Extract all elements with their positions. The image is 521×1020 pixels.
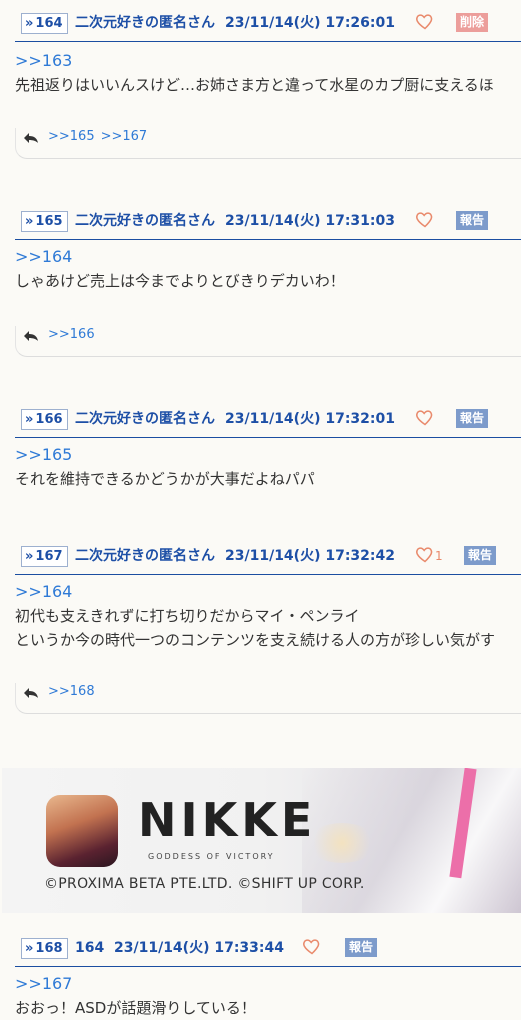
heart-icon[interactable]	[415, 544, 435, 564]
like-count: 1	[435, 549, 443, 563]
body-anchor-link[interactable]: >>167	[15, 972, 521, 996]
double-chevron-icon: »	[25, 549, 34, 564]
post-date: 23/11/14(火) 17:31:03	[225, 213, 395, 229]
heart-icon[interactable]	[415, 11, 435, 31]
post-header: » 167 二次元好きの匿名さん 23/11/14(火) 17:32:42 1 報…	[15, 546, 521, 575]
reply-bar: >>166	[15, 326, 521, 357]
body-line: 先祖返りはいいんスけど…お姉さま方と違って水星のカプ厨に支えるほ	[15, 76, 494, 94]
report-badge[interactable]: 報告	[456, 409, 489, 428]
body-line: しゃあけど売上は今までよりとびきりデカいわ！	[15, 272, 345, 290]
post-date: 23/11/14(火) 17:32:01	[225, 411, 395, 427]
heart-icon[interactable]	[302, 936, 322, 956]
reply-link[interactable]: >>168	[48, 684, 95, 699]
post-number[interactable]: » 164	[21, 13, 68, 34]
poster-name: 二次元好きの匿名さん	[75, 548, 215, 564]
body-anchor-link[interactable]: >>163	[15, 49, 521, 73]
reply-arrow-icon	[24, 133, 38, 143]
reply-link[interactable]: >>166	[48, 327, 95, 342]
reply-links: >>165 >>167	[48, 128, 153, 146]
ad-tagline: GODDESS OF VICTORY	[148, 852, 275, 861]
reply-link[interactable]: >>165	[48, 129, 95, 144]
delete-badge[interactable]: 削除	[456, 13, 489, 32]
post-header: » 168 164 23/11/14(火) 17:33:44 報告	[15, 938, 521, 967]
body-anchor-link[interactable]: >>164	[15, 245, 521, 269]
poster-name: 二次元好きの匿名さん	[75, 15, 215, 31]
reply-links: >>166	[48, 326, 101, 344]
post-date: 23/11/14(火) 17:32:42	[225, 548, 395, 564]
post-header: » 165 二次元好きの匿名さん 23/11/14(火) 17:31:03 報告	[15, 211, 521, 240]
heart-icon[interactable]	[415, 407, 435, 427]
post-body: >>164 初代も支えきれずに打ち切りだからマイ・ペンライ というか今の時代一つ…	[15, 580, 521, 652]
app-icon	[46, 795, 118, 867]
ad-logo: NIKKE	[138, 793, 317, 847]
double-chevron-icon: »	[25, 16, 34, 31]
reply-bar: >>165 >>167	[15, 128, 521, 159]
poster-name: 二次元好きの匿名さん	[75, 411, 215, 427]
post-date: 23/11/14(火) 17:33:44	[114, 940, 284, 956]
body-line: それを維持できるかどうかが大事だよねパパ	[15, 470, 315, 488]
post-header: » 166 二次元好きの匿名さん 23/11/14(火) 17:32:01 報告	[15, 409, 521, 438]
ad-banner[interactable]: NIKKE GODDESS OF VICTORY ©PROXIMA BETA P…	[2, 768, 521, 913]
reply-arrow-icon	[24, 688, 38, 698]
report-badge[interactable]: 報告	[464, 546, 497, 565]
report-badge[interactable]: 報告	[456, 211, 489, 230]
heart-icon[interactable]	[415, 209, 435, 229]
poster-name: 164	[75, 940, 105, 956]
double-chevron-icon: »	[25, 214, 34, 229]
reply-bar: >>168	[15, 683, 521, 714]
body-anchor-link[interactable]: >>165	[15, 443, 521, 467]
body-anchor-link[interactable]: >>164	[15, 580, 521, 604]
body-line: というか今の時代一つのコンテンツを支え続ける人の方が珍しい気がす	[15, 631, 496, 649]
post-number[interactable]: » 165	[21, 211, 68, 232]
post-number[interactable]: » 167	[21, 546, 68, 567]
post-body: >>164 しゃあけど売上は今までよりとびきりデカいわ！	[15, 245, 521, 293]
post-number[interactable]: » 168	[21, 938, 68, 959]
ad-copyright: ©PROXIMA BETA PTE.LTD. ©SHIFT UP CORP.	[44, 876, 365, 892]
body-line: 初代も支えきれずに打ち切りだからマイ・ペンライ	[15, 607, 360, 625]
double-chevron-icon: »	[25, 941, 34, 956]
reply-link[interactable]: >>167	[101, 129, 148, 144]
body-line: おおっ！ASDが話題滑りしている！	[15, 999, 256, 1017]
report-badge[interactable]: 報告	[345, 938, 378, 957]
post-body: >>165 それを維持できるかどうかが大事だよねパパ	[15, 443, 521, 491]
post-body: >>163 先祖返りはいいんスけど…お姉さま方と違って水星のカプ厨に支えるほ	[15, 49, 521, 97]
double-chevron-icon: »	[25, 412, 34, 427]
ad-character-art	[307, 823, 377, 863]
post-date: 23/11/14(火) 17:26:01	[225, 15, 395, 31]
reply-links: >>168	[48, 683, 101, 701]
post-number[interactable]: » 166	[21, 409, 68, 430]
reply-arrow-icon	[24, 331, 38, 341]
post-header: » 164 二次元好きの匿名さん 23/11/14(火) 17:26:01 削除	[15, 13, 521, 42]
post-body: >>167 おおっ！ASDが話題滑りしている！	[15, 972, 521, 1020]
poster-name: 二次元好きの匿名さん	[75, 213, 215, 229]
